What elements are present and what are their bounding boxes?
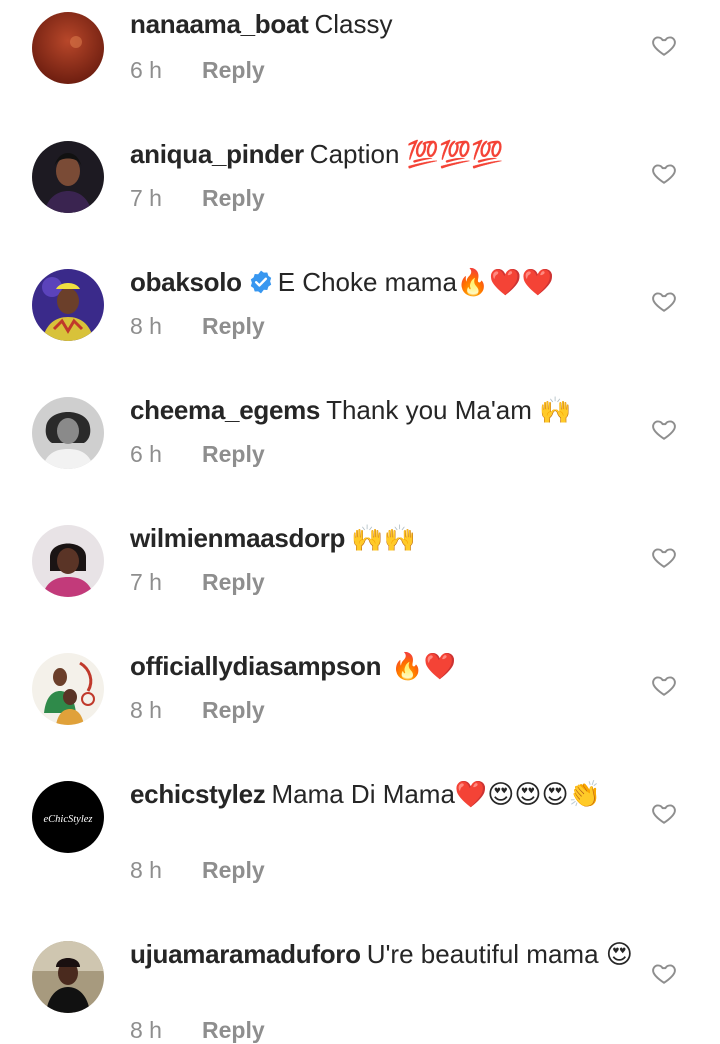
comment-text: U're beautiful mama 😍 <box>366 939 633 969</box>
reply-button[interactable]: Reply <box>202 1017 265 1043</box>
reply-button[interactable]: Reply <box>202 313 265 339</box>
comment-text: 🙌🙌 <box>351 523 416 553</box>
like-heart-icon[interactable] <box>651 672 677 698</box>
avatar[interactable] <box>32 12 104 84</box>
verified-badge-icon <box>250 270 271 294</box>
comment-time: 6 h <box>130 441 162 467</box>
avatar[interactable] <box>32 141 104 213</box>
avatar[interactable] <box>32 525 104 597</box>
like-heart-icon[interactable] <box>651 288 677 314</box>
like-heart-icon[interactable] <box>651 960 677 986</box>
reply-button[interactable]: Reply <box>202 57 265 83</box>
comment-username[interactable]: aniqua_pinder <box>130 139 304 169</box>
comment-time: 8 h <box>130 857 162 883</box>
comment-meta: 7 h Reply <box>130 568 265 596</box>
reply-button[interactable]: Reply <box>202 185 265 211</box>
comment-time: 7 h <box>130 185 162 211</box>
avatar[interactable] <box>32 941 104 1013</box>
comment-time: 8 h <box>130 313 162 339</box>
comment-text-line: officiallydiasampson 🔥❤️ <box>130 650 635 682</box>
comment-text-line: aniqua_pinder Caption 💯💯💯 <box>130 138 635 170</box>
avatar[interactable] <box>32 397 104 469</box>
comment-meta: 8 h Reply <box>130 1016 265 1044</box>
comment-meta: 7 h Reply <box>130 184 265 212</box>
comment-meta: 8 h Reply <box>130 696 265 724</box>
like-heart-icon[interactable] <box>651 160 677 186</box>
like-heart-icon[interactable] <box>651 416 677 442</box>
avatar[interactable] <box>32 653 104 725</box>
comment-time: 8 h <box>130 697 162 723</box>
avatar[interactable]: eChicStylez <box>32 781 104 853</box>
comment-text-line: cheema_egems Thank you Ma'am 🙌 <box>130 394 635 426</box>
comment-meta: 6 h Reply <box>130 440 265 468</box>
comment-username[interactable]: officiallydiasampson <box>130 651 381 681</box>
comment-username[interactable]: cheema_egems <box>130 395 320 425</box>
like-heart-icon[interactable] <box>651 544 677 570</box>
comment-text: 🔥❤️ <box>391 651 456 681</box>
comment-meta: 6 h Reply <box>130 56 265 84</box>
comment-text-line: echicstylez Mama Di Mama❤️😍😍😍👏 <box>130 778 635 810</box>
comment-username[interactable]: echicstylez <box>130 779 266 809</box>
comment-text-line: wilmienmaasdorp 🙌🙌 <box>130 522 635 554</box>
reply-button[interactable]: Reply <box>202 441 265 467</box>
comment-text: Classy <box>314 9 393 39</box>
comment-text: Caption 💯💯💯 <box>309 139 504 169</box>
reply-button[interactable]: Reply <box>202 697 265 723</box>
comment-username[interactable]: ujuamaramaduforo <box>130 939 361 969</box>
like-heart-icon[interactable] <box>651 32 677 58</box>
comment-username[interactable]: wilmienmaasdorp <box>130 523 345 553</box>
comment-text-line: obaksolo E Choke mama🔥❤️❤️ <box>130 266 635 298</box>
comment-time: 7 h <box>130 569 162 595</box>
avatar-logo-text: eChicStylez <box>44 814 93 825</box>
comment-time: 8 h <box>130 1017 162 1043</box>
reply-button[interactable]: Reply <box>202 857 265 883</box>
avatar[interactable] <box>32 269 104 341</box>
comment-text: Mama Di Mama❤️😍😍😍👏 <box>271 779 601 809</box>
comment-text-line: nanaama_boat Classy <box>130 8 635 40</box>
comment-text: Thank you Ma'am 🙌 <box>326 395 572 425</box>
like-heart-icon[interactable] <box>651 800 677 826</box>
comment-text-line: ujuamaramaduforo U're beautiful mama 😍 <box>130 938 635 970</box>
comment-username[interactable]: obaksolo <box>130 267 242 297</box>
comment-meta: 8 h Reply <box>130 856 265 884</box>
reply-button[interactable]: Reply <box>202 569 265 595</box>
comment-meta: 8 h Reply <box>130 312 265 340</box>
comment-text: E Choke mama🔥❤️❤️ <box>277 267 555 297</box>
comment-username[interactable]: nanaama_boat <box>130 9 309 39</box>
comment-time: 6 h <box>130 57 162 83</box>
